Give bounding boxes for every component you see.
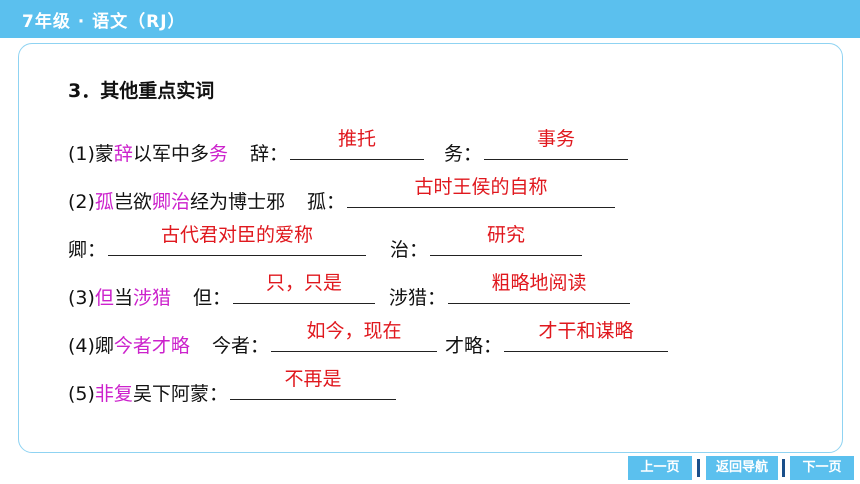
exercise-line-5: (4)卿今者才略 今者： 如今，现在才略： 才干和谋略	[68, 320, 670, 358]
term-label: 涉猎：	[388, 287, 446, 309]
exercise-line-1: (1)蒙辞以军中多务 辞： 推托务： 事务	[68, 128, 630, 166]
answer-text: 如今，现在	[306, 320, 402, 342]
text: 岂欲	[113, 191, 152, 213]
text: (4)卿	[68, 335, 114, 357]
key-word: 但	[94, 287, 114, 309]
answer-blank: 推托	[289, 128, 424, 160]
answer-text: 研究	[487, 224, 526, 246]
next-page-button[interactable]: 下一页	[790, 456, 854, 480]
answer-blank: 不再是	[229, 368, 396, 400]
answer-text: 粗略地阅读	[491, 272, 587, 294]
course-title: 7年级 · 语文（RJ）	[22, 12, 186, 32]
exercise-line-2: (2)孤岂欲卿治经为博士邪 孤： 古时王侯的自称	[68, 176, 617, 214]
nav-separator	[697, 459, 700, 477]
answer-text: 事务	[536, 128, 575, 150]
term-label: 辞：	[249, 143, 288, 165]
term-label: 今者：	[211, 335, 269, 357]
text: (3)	[68, 287, 95, 309]
term-label: 但：	[192, 287, 231, 309]
exercise-line-3: 卿： 古代君对臣的爱称治： 研究	[68, 224, 584, 262]
answer-text: 不再是	[284, 368, 342, 390]
answer-text: 才干和谋略	[538, 320, 634, 342]
key-word: 辞	[113, 143, 133, 165]
text: 当	[113, 287, 133, 309]
answer-text: 古时王侯的自称	[414, 176, 548, 198]
answer-blank: 粗略地阅读	[448, 272, 630, 304]
exercise-line-6: (5)非复吴下阿蒙： 不再是	[68, 368, 398, 406]
term-label: 才略：	[444, 335, 502, 357]
term-label: 卿：	[68, 239, 107, 261]
answer-blank: 才干和谋略	[503, 320, 668, 352]
key-word: 孤	[94, 191, 114, 213]
term-label: 孤：	[306, 191, 345, 213]
nav-separator	[782, 459, 785, 477]
term-label: 治：	[390, 239, 429, 261]
answer-text: 只，只是	[265, 272, 342, 294]
text: (5)	[68, 383, 95, 405]
answer-text: 推托	[337, 128, 376, 150]
answer-text: 古代君对臣的爱称	[161, 224, 314, 246]
back-to-menu-button[interactable]: 返回导航	[706, 456, 778, 480]
text: (1)蒙	[68, 143, 114, 165]
answer-blank: 研究	[430, 224, 583, 256]
answer-blank: 古代君对臣的爱称	[108, 224, 367, 256]
section-heading: 3．其他重点实词	[68, 80, 215, 102]
text: 吴下阿蒙：	[132, 383, 228, 405]
answer-blank: 如今，现在	[270, 320, 437, 352]
top-bar: 7年级 · 语文（RJ）	[0, 0, 860, 38]
term-label: 务：	[443, 143, 482, 165]
text: 经为博士邪	[189, 191, 285, 213]
text: (2)	[68, 191, 95, 213]
exercise-line-4: (3)但当涉猎 但： 只，只是涉猎： 粗略地阅读	[68, 272, 632, 310]
answer-blank: 古时王侯的自称	[347, 176, 615, 208]
prev-page-button[interactable]: 上一页	[628, 456, 692, 480]
key-word: 务	[208, 143, 228, 165]
key-word: 非复	[94, 383, 133, 405]
key-word: 今者才略	[113, 335, 190, 357]
key-word: 卿治	[151, 191, 190, 213]
key-word: 涉猎	[132, 287, 171, 309]
text: 以军中多	[132, 143, 209, 165]
answer-blank: 事务	[484, 128, 628, 160]
answer-blank: 只，只是	[232, 272, 375, 304]
